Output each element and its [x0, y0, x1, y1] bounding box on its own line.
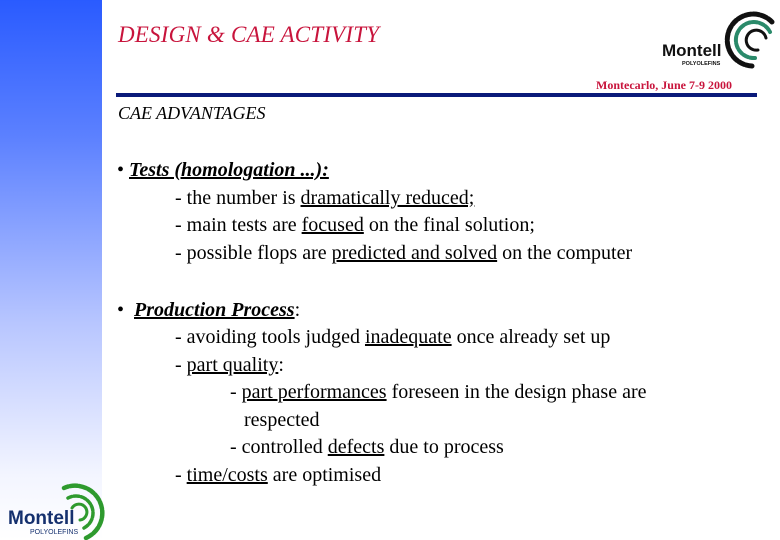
bullet: •: [117, 299, 125, 321]
list-item: - time/costs are optimised: [175, 464, 382, 486]
emphasis: predicted and solved: [331, 242, 498, 264]
list-item-continuation: respected: [244, 409, 320, 431]
event-date: Montecarlo, June 7-9 2000: [596, 78, 732, 92]
bullet: •: [117, 159, 125, 181]
logo-wordmark: Montell: [8, 508, 75, 529]
sidebar-gradient: [0, 0, 102, 540]
section-subtitle: CAE ADVANTAGES: [118, 103, 266, 123]
section-production-heading: • Production Process:: [117, 299, 301, 321]
emphasis: inadequate: [364, 326, 452, 348]
logo-wordmark: Montell: [662, 41, 722, 60]
emphasis: time/costs: [186, 464, 268, 486]
montell-logo-bottom: Montell POLYOLEFINS: [8, 483, 105, 540]
section-tests-heading: • Tests (homologation ...):: [117, 157, 329, 185]
logo-tagline: POLYOLEFINS: [682, 61, 721, 67]
emphasis: part quality: [186, 354, 279, 376]
emphasis: part performances: [241, 381, 387, 403]
heading-text: Tests (homologation ...):: [129, 159, 329, 181]
list-item: - the number is dramatically reduced;: [175, 187, 475, 209]
heading-text: Production Process: [134, 299, 295, 321]
list-item: - avoiding tools judged inadequate once …: [175, 326, 611, 348]
list-item: - main tests are focused on the final so…: [175, 214, 535, 236]
list-item: - possible flops are predicted and solve…: [175, 242, 633, 264]
logo-tagline: POLYOLEFINS: [30, 529, 78, 536]
emphasis: defects: [327, 436, 385, 458]
list-item: - controlled defects due to process: [230, 436, 504, 458]
list-item: - part performances foreseen in the desi…: [230, 381, 647, 403]
swirl-icon: [724, 11, 775, 69]
slide-title: DESIGN & CAE ACTIVITY: [118, 22, 380, 47]
montell-logo-top: Montell POLYOLEFINS: [662, 11, 775, 69]
emphasis: focused: [301, 214, 364, 236]
list-item: - part quality:: [175, 354, 284, 376]
emphasis: dramatically reduced;: [300, 187, 475, 209]
header-rule: [116, 93, 757, 97]
